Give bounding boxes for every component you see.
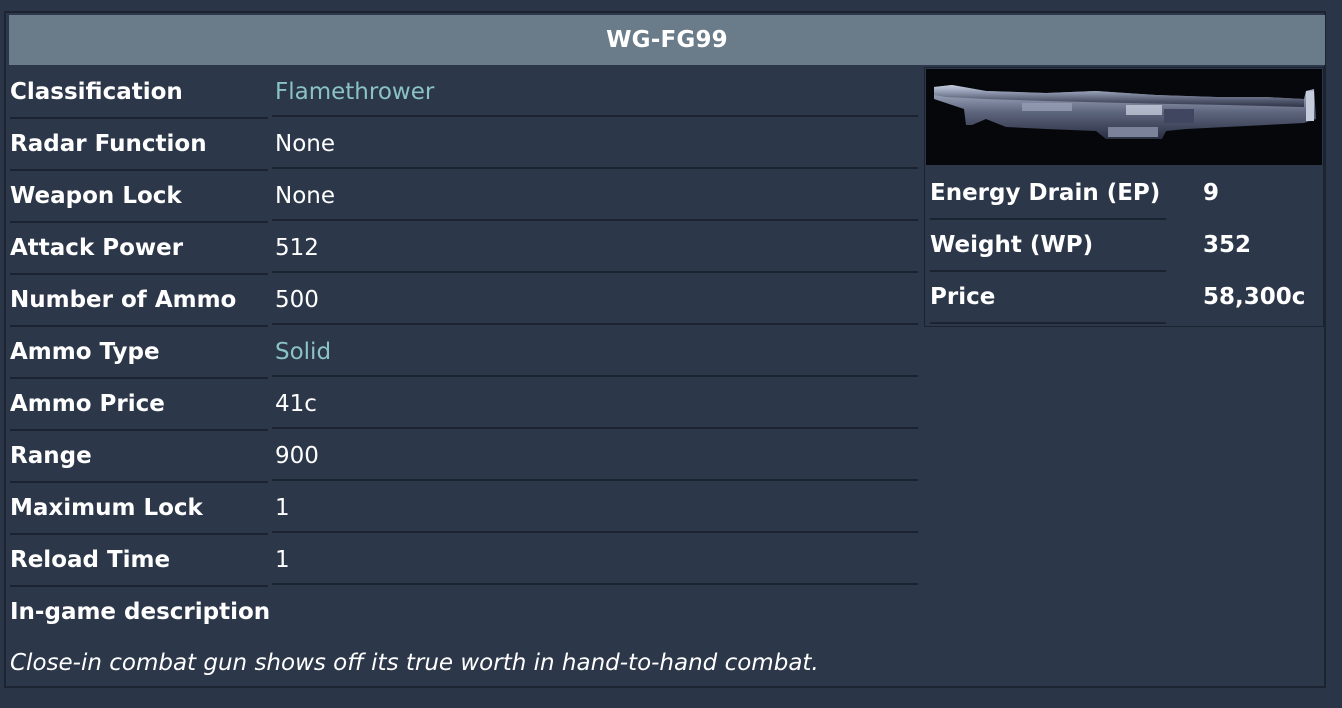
spec-row-range: Range 900: [6, 431, 920, 483]
spec-row-ammo-price: Ammo Price 41c: [6, 379, 920, 431]
stat-label: Energy Drain (EP): [930, 168, 1166, 220]
spec-row-attack-power: Attack Power 512: [6, 223, 920, 275]
weapon-stats-panel: Energy Drain (EP) 9 Weight (WP) 352 Pric…: [924, 67, 1324, 327]
spec-value: 900: [272, 431, 918, 481]
spec-row-maximum-lock: Maximum Lock 1: [6, 483, 920, 535]
spec-label: Radar Function: [10, 119, 268, 171]
description-header: In-game description: [10, 599, 271, 625]
stat-row-price: Price 58,300c: [925, 272, 1323, 324]
spec-table: Classification Flamethrower Radar Functi…: [6, 67, 920, 587]
spec-value: 41c: [272, 379, 918, 429]
weapon-title: WG-FG99: [9, 15, 1325, 65]
spec-label: Number of Ammo: [10, 275, 268, 327]
spec-label: Weapon Lock: [10, 171, 268, 223]
spec-label: Ammo Type: [10, 327, 268, 379]
stat-value: 352: [1203, 232, 1252, 258]
spec-row-number-of-ammo: Number of Ammo 500: [6, 275, 920, 327]
spec-value: 1: [272, 483, 918, 533]
spec-label: Classification: [10, 67, 268, 119]
stat-value: 9: [1203, 180, 1220, 206]
flamethrower-weapon-image: [926, 69, 1322, 165]
spec-label: Maximum Lock: [10, 483, 268, 535]
spec-label: Attack Power: [10, 223, 268, 275]
spec-row-radar-function: Radar Function None: [6, 119, 920, 171]
spec-label: Range: [10, 431, 268, 483]
spec-row-ammo-type: Ammo Type Solid: [6, 327, 920, 379]
spec-value: 1: [272, 535, 918, 585]
stat-value: 58,300c: [1203, 284, 1306, 310]
spec-row-reload-time: Reload Time 1: [6, 535, 920, 587]
spec-value: 512: [272, 223, 918, 273]
stat-row-weight: Weight (WP) 352: [925, 220, 1323, 272]
stat-row-energy-drain: Energy Drain (EP) 9: [925, 168, 1323, 220]
spec-label: Ammo Price: [10, 379, 268, 431]
description-text: Close-in combat gun shows off its true w…: [10, 650, 819, 676]
ammo-type-link[interactable]: Solid: [272, 327, 918, 377]
stat-label: Weight (WP): [930, 220, 1166, 272]
spec-row-classification: Classification Flamethrower: [6, 67, 920, 119]
spec-value: 500: [272, 275, 918, 325]
flamethrower-icon: [934, 85, 1316, 139]
weapon-infobox: WG-FG99 Classification Flamethrower Rada…: [4, 11, 1326, 688]
classification-link[interactable]: Flamethrower: [272, 67, 918, 117]
spec-label: Reload Time: [10, 535, 268, 587]
spec-value: None: [272, 171, 918, 221]
spec-value: None: [272, 119, 918, 169]
stat-label: Price: [930, 272, 1166, 324]
spec-row-weapon-lock: Weapon Lock None: [6, 171, 920, 223]
